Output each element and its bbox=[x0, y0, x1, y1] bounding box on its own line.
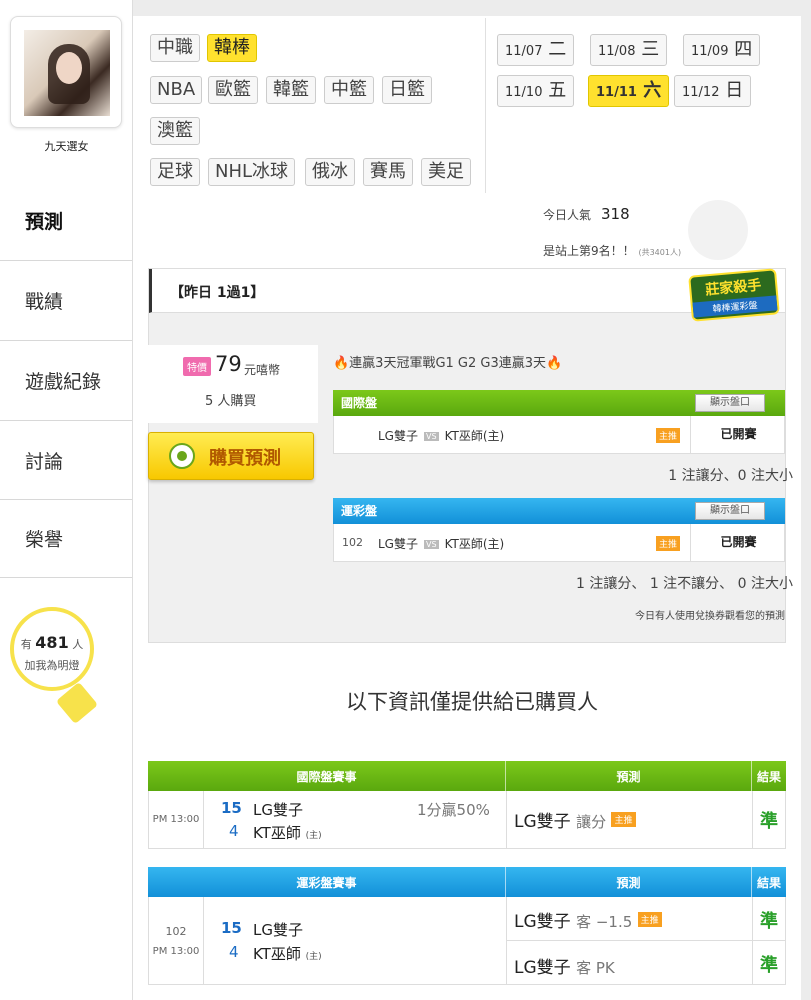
section-title: 以下資訊僅提供給已購買人 bbox=[346, 690, 598, 714]
fans-bulb[interactable]: 有 481 人 加我為明燈 bbox=[10, 607, 94, 691]
date-1112[interactable]: 11/12 日 bbox=[674, 75, 752, 107]
result-cell: 準 bbox=[760, 955, 778, 976]
rank-text: 是站上第9名！！ (共3401人) bbox=[543, 244, 682, 258]
avatar-card[interactable] bbox=[10, 16, 122, 128]
banker-killer-badge: 莊家殺手 韓棒運彩盤 bbox=[688, 268, 780, 322]
filter-china-basketball[interactable]: 中籃 bbox=[324, 76, 374, 104]
sidebar-item-predict[interactable]: 預測 bbox=[0, 180, 133, 260]
lottery-summary: 1 注讓分、 1 注不讓分、 0 注大小 bbox=[576, 576, 793, 592]
filter-american-football[interactable]: 美足 bbox=[421, 158, 471, 186]
prediction-cell: LG雙子 客 PK bbox=[514, 958, 615, 978]
main-pick-tag: 主推 bbox=[656, 428, 681, 443]
show-odds-button[interactable]: 顯示盤口 bbox=[695, 394, 765, 412]
match-status: 已開賽 bbox=[690, 416, 786, 453]
filter-aus-basketball[interactable]: 澳籃 bbox=[150, 117, 200, 145]
fans-count: 481 bbox=[35, 633, 69, 652]
avatar[interactable] bbox=[24, 30, 110, 116]
intl-results-table: 國際盤賽事 預測 結果 PM 13:00 15 LG雙子 1分贏50% 4 KT… bbox=[148, 761, 786, 849]
buy-prediction-button[interactable]: 購買預測 bbox=[148, 432, 314, 480]
filter-nhl[interactable]: NHL冰球 bbox=[208, 158, 296, 186]
date-1110[interactable]: 11/10 五 bbox=[497, 75, 575, 107]
intl-summary: 1 注讓分、0 注大小 bbox=[668, 468, 793, 484]
panel-title: 【昨日 1過1】 bbox=[170, 285, 265, 301]
result-cell: 準 bbox=[760, 811, 778, 832]
handicap-odds: 1分贏50% bbox=[417, 801, 490, 819]
col-header-prediction: 預測 bbox=[506, 867, 752, 897]
intl-odds-box: 國際盤 顯示盤口 LG雙子 VS KT巫師(主) 主推 已開賽 bbox=[333, 390, 785, 454]
match-row: LG雙子 VS KT巫師(主) 主推 已開賽 bbox=[333, 416, 785, 454]
prediction-headline: 🔥連贏3天冠軍戰G1 G2 G3連贏3天🔥 bbox=[333, 356, 563, 371]
main-pick-tag: 主推 bbox=[656, 536, 681, 551]
popularity-count: 318 bbox=[601, 205, 630, 223]
date-1107[interactable]: 11/07 二 bbox=[497, 34, 575, 66]
lottery-results-table: 運彩盤賽事 預測 結果 102 PM 13:00 15 LG雙子 4 KT巫師 (… bbox=[148, 867, 786, 985]
coupon-note: 今日有人使用兌換券觀看您的預測 bbox=[635, 611, 785, 622]
show-odds-button[interactable]: 顯示盤口 bbox=[695, 502, 765, 520]
buyer-count: 5 人購買 bbox=[205, 394, 257, 409]
match-status: 已開賽 bbox=[690, 524, 786, 561]
date-1111[interactable]: 11/11 六 bbox=[588, 75, 670, 107]
vs-icon: VS bbox=[424, 432, 439, 441]
date-1109[interactable]: 11/09 四 bbox=[683, 34, 761, 66]
col-header-game: 運彩盤賽事 bbox=[148, 867, 506, 897]
table-row: 102 PM 13:00 15 LG雙子 4 KT巫師 (主) LG雙子 客 −1… bbox=[148, 897, 786, 985]
user-name[interactable]: 九天選女 bbox=[0, 138, 133, 154]
date-1108[interactable]: 11/08 三 bbox=[590, 34, 668, 66]
col-header-game: 國際盤賽事 bbox=[148, 761, 506, 791]
price: 79 bbox=[215, 352, 242, 376]
vs-icon: VS bbox=[424, 540, 439, 549]
price-unit: 元嘻幣 bbox=[244, 363, 281, 377]
col-header-prediction: 預測 bbox=[506, 761, 752, 791]
filter-cpbl[interactable]: 中職 bbox=[150, 34, 200, 62]
main-pick-tag: 主推 bbox=[637, 912, 662, 927]
sidebar-item-record[interactable]: 戰績 bbox=[0, 260, 133, 340]
col-header-result: 結果 bbox=[756, 875, 781, 890]
lottery-icon bbox=[169, 443, 195, 469]
prediction-cell: LG雙子 客 −1.5 主推 bbox=[507, 897, 752, 941]
col-header-result: 結果 bbox=[756, 769, 781, 784]
main-pick-tag: 主推 bbox=[611, 812, 636, 827]
filter-horse-racing[interactable]: 賽馬 bbox=[363, 158, 413, 186]
filter-japan-basketball[interactable]: 日籃 bbox=[382, 76, 432, 104]
sidebar-item-discussion[interactable]: 討論 bbox=[0, 420, 133, 499]
filter-euro-basketball[interactable]: 歐籃 bbox=[208, 76, 258, 104]
filter-korea-basketball[interactable]: 韓籃 bbox=[266, 76, 316, 104]
sidebar: 九天選女 預測 戰績 遊戲紀錄 討論 榮譽 有 481 人 加我為明燈 bbox=[0, 0, 133, 1000]
lottery-odds-box: 運彩盤 顯示盤口 102 LG雙子 VS KT巫師(主) 主推 已開賽 bbox=[333, 498, 785, 562]
filter-kbo[interactable]: 韓棒 bbox=[207, 34, 257, 62]
prediction-cell: LG雙子 讓分 主推 bbox=[507, 791, 753, 848]
sale-tag: 特價 bbox=[183, 357, 211, 376]
sidebar-item-game-log[interactable]: 遊戲紀錄 bbox=[0, 340, 133, 420]
match-row: 102 LG雙子 VS KT巫師(主) 主推 已開賽 bbox=[333, 524, 785, 562]
decoration-graphic bbox=[688, 200, 748, 260]
fans-label: 加我為明燈 bbox=[24, 659, 80, 672]
table-row: PM 13:00 15 LG雙子 1分贏50% 4 KT巫師 (主) LG雙子 … bbox=[148, 791, 786, 849]
popularity: 今日人氣 318 bbox=[543, 205, 630, 223]
result-cell: 準 bbox=[753, 897, 785, 941]
sidebar-item-honor[interactable]: 榮譽 bbox=[0, 499, 133, 578]
filter-russia-hockey[interactable]: 俄冰 bbox=[305, 158, 355, 186]
filter-soccer[interactable]: 足球 bbox=[150, 158, 200, 186]
filter-nba[interactable]: NBA bbox=[150, 76, 203, 104]
